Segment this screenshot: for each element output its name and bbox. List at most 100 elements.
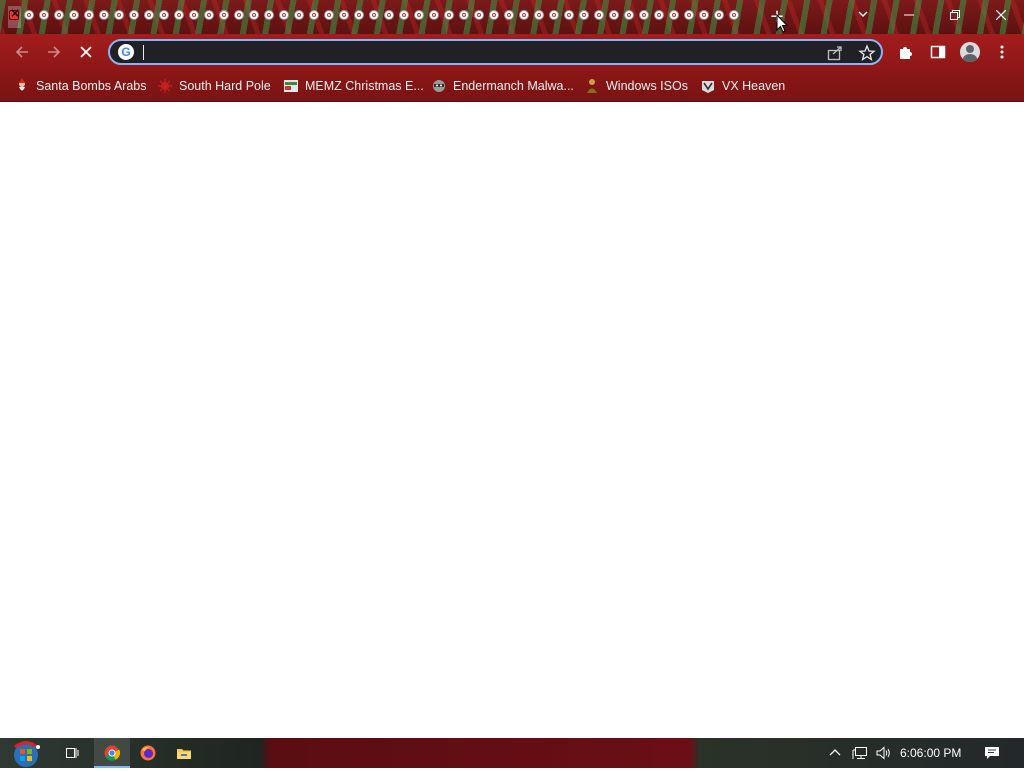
browser-tab[interactable] <box>248 6 261 28</box>
browser-tab[interactable] <box>263 6 276 28</box>
minimize-button[interactable] <box>886 0 932 30</box>
tab-favicon-icon <box>204 10 214 20</box>
browser-tab[interactable] <box>503 6 516 28</box>
browser-tab[interactable] <box>593 6 606 28</box>
browser-tab[interactable] <box>428 6 441 28</box>
taskbar: 6:06:00 PM <box>0 738 1024 768</box>
browser-tab[interactable] <box>113 6 126 28</box>
browser-tab[interactable] <box>458 6 471 28</box>
tab-favicon-icon <box>474 10 484 20</box>
notifications-icon <box>985 747 999 759</box>
browser-tab[interactable] <box>728 6 741 28</box>
close-window-button[interactable] <box>978 0 1024 30</box>
browser-tab[interactable] <box>233 6 246 28</box>
bookmark-south-hard-pole[interactable]: South Hard Pole <box>157 75 271 97</box>
task-view-button[interactable] <box>54 738 90 768</box>
browser-tab[interactable] <box>353 6 366 28</box>
chrome-menu-button[interactable] <box>990 40 1014 64</box>
bookmark-label: Santa Bombs Arabs <box>36 79 147 93</box>
browser-tab[interactable] <box>143 6 156 28</box>
close-icon <box>996 10 1006 20</box>
bookmark-star-button[interactable] <box>858 44 876 62</box>
browser-tab[interactable] <box>68 6 81 28</box>
address-bar[interactable]: G <box>108 39 883 65</box>
browser-tab[interactable] <box>608 6 621 28</box>
browser-tab[interactable] <box>383 6 396 28</box>
puzzle-icon <box>900 47 912 59</box>
forward-button[interactable] <box>40 38 68 66</box>
browser-tab[interactable] <box>623 6 636 28</box>
browser-tab[interactable] <box>713 6 726 28</box>
browser-tab[interactable] <box>473 6 486 28</box>
browser-tab[interactable] <box>638 6 651 28</box>
browser-tab[interactable] <box>653 6 666 28</box>
browser-tab[interactable] <box>278 6 291 28</box>
browser-tab[interactable] <box>698 6 711 28</box>
bookmark-label: VX Heaven <box>722 79 786 93</box>
browser-tab[interactable] <box>38 6 51 28</box>
browser-tab[interactable] <box>128 6 141 28</box>
browser-tab[interactable] <box>398 6 411 28</box>
browser-tab[interactable] <box>563 6 576 28</box>
tab-favicon-icon <box>624 10 634 20</box>
tab-search-button[interactable] <box>852 5 874 27</box>
browser-tab[interactable] <box>548 6 561 28</box>
browser-tab[interactable] <box>308 6 321 28</box>
tab-favicon-icon <box>549 10 559 20</box>
stop-loading-button[interactable] <box>72 38 100 66</box>
browser-tab[interactable] <box>413 6 426 28</box>
extensions-button[interactable] <box>894 40 918 64</box>
bookmark-endermanch-malware[interactable]: Endermanch Malwa... <box>431 75 574 97</box>
bookmark-memz-christmas[interactable]: MEMZ Christmas E... <box>283 75 424 97</box>
taskbar-firefox[interactable] <box>130 738 166 768</box>
profile-icon[interactable] <box>960 42 980 62</box>
taskbar-clock[interactable]: 6:06:00 PM <box>900 738 961 768</box>
browser-tab[interactable] <box>173 6 186 28</box>
start-orb-icon <box>14 741 40 767</box>
start-button[interactable] <box>8 738 48 768</box>
browser-tab[interactable] <box>218 6 231 28</box>
network-button[interactable] <box>848 738 870 768</box>
tab-favicon-icon <box>459 10 469 20</box>
browser-tab[interactable] <box>188 6 201 28</box>
action-center-button[interactable] <box>980 738 1004 768</box>
tab-favicon-icon <box>114 10 124 20</box>
restore-button[interactable] <box>932 0 978 30</box>
side-panel-button[interactable] <box>926 40 950 64</box>
browser-tab[interactable] <box>98 6 111 28</box>
address-input[interactable] <box>142 43 826 63</box>
browser-tab[interactable] <box>368 6 381 28</box>
browser-tab[interactable] <box>53 6 66 28</box>
bookmark-santa-bombs-arabs[interactable]: Santa Bombs Arabs <box>14 75 146 97</box>
browser-tab[interactable] <box>488 6 501 28</box>
taskbar-file-explorer[interactable] <box>166 738 202 768</box>
tab-favicon-icon <box>294 10 304 20</box>
browser-tab[interactable] <box>203 6 216 28</box>
page-content[interactable] <box>0 102 1024 738</box>
bookmark-vx-heaven[interactable]: VX Heaven <box>700 75 785 97</box>
volume-button[interactable] <box>872 738 894 768</box>
back-button[interactable] <box>8 38 36 66</box>
browser-tab[interactable] <box>158 6 171 28</box>
browser-tab[interactable] <box>683 6 696 28</box>
tab-favicon-icon <box>264 10 274 20</box>
browser-tab[interactable] <box>23 6 36 28</box>
share-button[interactable] <box>826 44 844 62</box>
browser-tab[interactable] <box>293 6 306 28</box>
volume-icon <box>876 746 890 760</box>
browser-tab[interactable] <box>83 6 96 28</box>
browser-tab[interactable] <box>578 6 591 28</box>
browser-tab[interactable] <box>668 6 681 28</box>
show-hidden-icons-button[interactable] <box>824 738 846 768</box>
browser-tab[interactable] <box>518 6 531 28</box>
chevron-up-icon <box>829 749 841 756</box>
browser-tab[interactable] <box>338 6 351 28</box>
taskbar-chrome[interactable] <box>94 738 130 768</box>
browser-tab[interactable] <box>533 6 546 28</box>
browser-tab[interactable] <box>323 6 336 28</box>
browser-tab[interactable] <box>8 6 21 28</box>
tab-favicon-icon <box>519 10 529 20</box>
close-icon <box>80 46 92 58</box>
bookmark-windows-isos[interactable]: Windows ISOs <box>584 75 688 97</box>
browser-tab[interactable] <box>443 6 456 28</box>
